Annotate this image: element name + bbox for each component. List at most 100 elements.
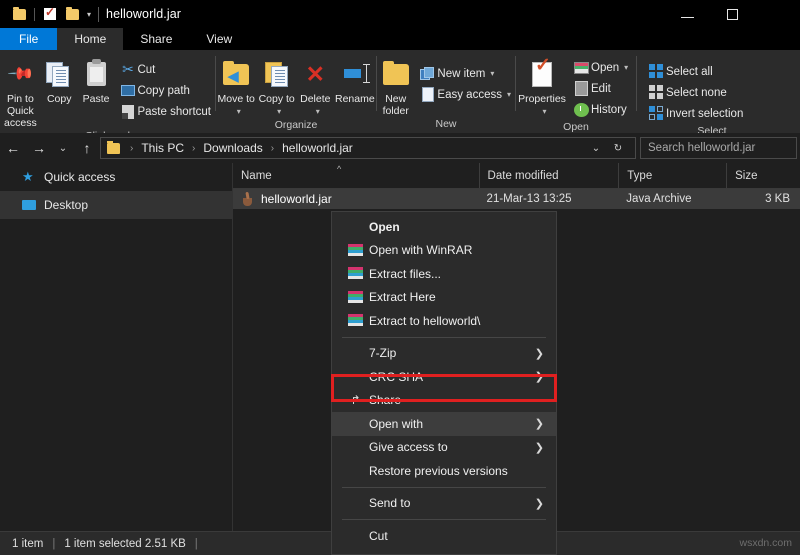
breadcrumb[interactable]: › This PC › Downloads › helloworld.jar ⌄… <box>100 137 636 159</box>
breadcrumb-separator: › <box>265 143 280 154</box>
rename-button[interactable]: Rename <box>334 55 376 105</box>
move-to-icon: ◀ <box>223 58 249 90</box>
ribbon-group-open: Properties▾ Open ▾ Edit History <box>516 50 636 133</box>
chevron-down-icon[interactable]: ▾ <box>277 107 281 116</box>
close-button[interactable] <box>755 0 800 28</box>
table-row[interactable]: helloworld.jar 21-Mar-13 13:25 Java Arch… <box>233 189 800 209</box>
window-controls <box>665 0 800 28</box>
select-all-icon <box>647 64 666 79</box>
properties-icon <box>532 58 552 90</box>
delete-icon: ✕ <box>306 58 325 90</box>
column-header-name[interactable]: Name ^ <box>233 163 479 189</box>
chevron-right-icon: ❯ <box>535 441 544 454</box>
column-header-type[interactable]: Type <box>618 163 726 189</box>
menu-item-7zip[interactable]: 7-Zip ❯ <box>332 342 556 366</box>
back-button[interactable]: ← <box>0 140 26 156</box>
menu-item-give-access-to[interactable]: Give access to ❯ <box>332 436 556 460</box>
chevron-down-icon[interactable]: ▾ <box>83 10 95 19</box>
select-none-icon <box>647 85 666 100</box>
status-separator: | <box>43 538 64 550</box>
divider <box>34 8 35 21</box>
delete-button[interactable]: ✕ Delete▾ <box>297 55 334 118</box>
sidebar-item-desktop[interactable]: Desktop <box>0 191 232 219</box>
new-folder-button[interactable]: New folder <box>377 55 414 117</box>
column-header-size[interactable]: Size <box>726 163 800 189</box>
menu-item-open-with-winrar[interactable]: Open with WinRAR <box>332 239 556 263</box>
history-button[interactable]: History <box>568 99 632 120</box>
menu-item-open-with[interactable]: Open with ❯ <box>332 412 556 436</box>
menu-item-crc-sha[interactable]: CRC SHA ❯ <box>332 365 556 389</box>
menu-item-extract-here[interactable]: Extract Here <box>332 286 556 310</box>
chevron-down-icon[interactable]: ▾ <box>507 90 511 99</box>
address-dropdown-icon[interactable]: ⌄ <box>585 143 607 154</box>
select-all-button[interactable]: Select all <box>643 61 747 82</box>
ribbon-group-new: New folder New item ▾ Easy access ▾ New <box>377 50 515 133</box>
ribbon-group-organize: ◀ Move to ▾ Copy to ▾ ✕ Delete▾ <box>216 50 376 133</box>
copy-path-button[interactable]: Copy path <box>114 80 215 101</box>
minimize-button[interactable] <box>665 0 710 28</box>
search-input[interactable]: Search helloworld.jar <box>640 137 797 159</box>
pin-to-quick-access-button[interactable]: 📌 Pin to Quick access <box>0 55 41 129</box>
menu-item-restore-previous-versions[interactable]: Restore previous versions <box>332 459 556 483</box>
breadcrumb-item-this-pc[interactable]: This PC <box>139 141 186 155</box>
sidebar-item-label: Quick access <box>44 170 115 184</box>
easy-access-icon <box>418 87 437 102</box>
sidebar-item-quick-access[interactable]: ★ Quick access <box>0 163 232 191</box>
chevron-down-icon[interactable]: ▾ <box>490 69 494 78</box>
window-title: helloworld.jar <box>106 7 181 21</box>
title-bar: ▾ helloworld.jar <box>0 0 800 28</box>
chevron-right-icon: ❯ <box>535 497 544 510</box>
copy-button[interactable]: Copy <box>41 55 78 105</box>
invert-selection-button[interactable]: Invert selection <box>643 103 747 124</box>
menu-item-cut[interactable]: Cut <box>332 524 556 548</box>
status-selection-info: 1 item selected 2.51 KB <box>64 538 185 550</box>
address-bar: ← → ⌄ ↑ › This PC › Downloads › hellowor… <box>0 133 800 163</box>
sort-ascending-icon: ^ <box>337 164 341 174</box>
copy-path-icon <box>118 85 137 96</box>
menu-item-open[interactable]: Open <box>332 215 556 239</box>
paste-button[interactable]: Paste <box>78 55 115 105</box>
chevron-down-icon[interactable]: ▾ <box>316 107 320 116</box>
folder-icon[interactable] <box>8 3 30 25</box>
new-item-button[interactable]: New item ▾ <box>414 63 515 84</box>
winrar-icon <box>342 314 369 327</box>
copy-to-icon <box>265 58 289 90</box>
properties-button[interactable]: Properties▾ <box>516 55 568 118</box>
chevron-down-icon[interactable]: ▾ <box>542 107 546 116</box>
java-archive-icon <box>241 192 254 206</box>
folder-icon-2[interactable] <box>61 3 83 25</box>
refresh-icon[interactable]: ↻ <box>607 143 629 154</box>
menu-separator <box>342 519 546 520</box>
menu-item-copy[interactable]: Copy <box>332 548 556 555</box>
tab-home[interactable]: Home <box>57 28 123 50</box>
forward-button[interactable]: → <box>26 140 52 156</box>
star-icon: ★ <box>22 169 44 185</box>
file-date-cell: 21-Mar-13 13:25 <box>479 193 619 205</box>
up-button[interactable]: ↑ <box>74 140 100 156</box>
chevron-down-icon[interactable]: ▾ <box>237 107 241 116</box>
tab-view[interactable]: View <box>189 28 249 50</box>
copy-to-button[interactable]: Copy to ▾ <box>256 55 296 118</box>
select-none-button[interactable]: Select none <box>643 82 747 103</box>
move-to-button[interactable]: ◀ Move to ▾ <box>216 55 256 118</box>
open-button[interactable]: Open ▾ <box>568 57 632 78</box>
menu-item-send-to[interactable]: Send to ❯ <box>332 492 556 516</box>
chevron-down-icon[interactable]: ▾ <box>624 63 628 72</box>
menu-item-extract-files[interactable]: Extract files... <box>332 262 556 286</box>
tab-file[interactable]: File <box>0 28 57 50</box>
properties-check-icon[interactable] <box>39 3 61 25</box>
breadcrumb-item-helloworld[interactable]: helloworld.jar <box>280 141 355 155</box>
easy-access-button[interactable]: Easy access ▾ <box>414 84 515 105</box>
cut-button[interactable]: ✂ Cut <box>114 59 215 80</box>
edit-button[interactable]: Edit <box>568 78 632 99</box>
paste-shortcut-button[interactable]: Paste shortcut <box>114 101 215 122</box>
menu-item-extract-to-folder[interactable]: Extract to helloworld\ <box>332 309 556 333</box>
tab-share[interactable]: Share <box>123 28 189 50</box>
breadcrumb-item-downloads[interactable]: Downloads <box>201 141 264 155</box>
invert-selection-icon <box>647 106 666 121</box>
maximize-button[interactable] <box>710 0 755 28</box>
column-header-date-modified[interactable]: Date modified <box>479 163 619 189</box>
ribbon-group-select: Select all Select none Invert selection <box>637 50 787 133</box>
recent-locations-button[interactable]: ⌄ <box>52 143 74 154</box>
menu-item-share[interactable]: ↱ Share <box>332 389 556 413</box>
